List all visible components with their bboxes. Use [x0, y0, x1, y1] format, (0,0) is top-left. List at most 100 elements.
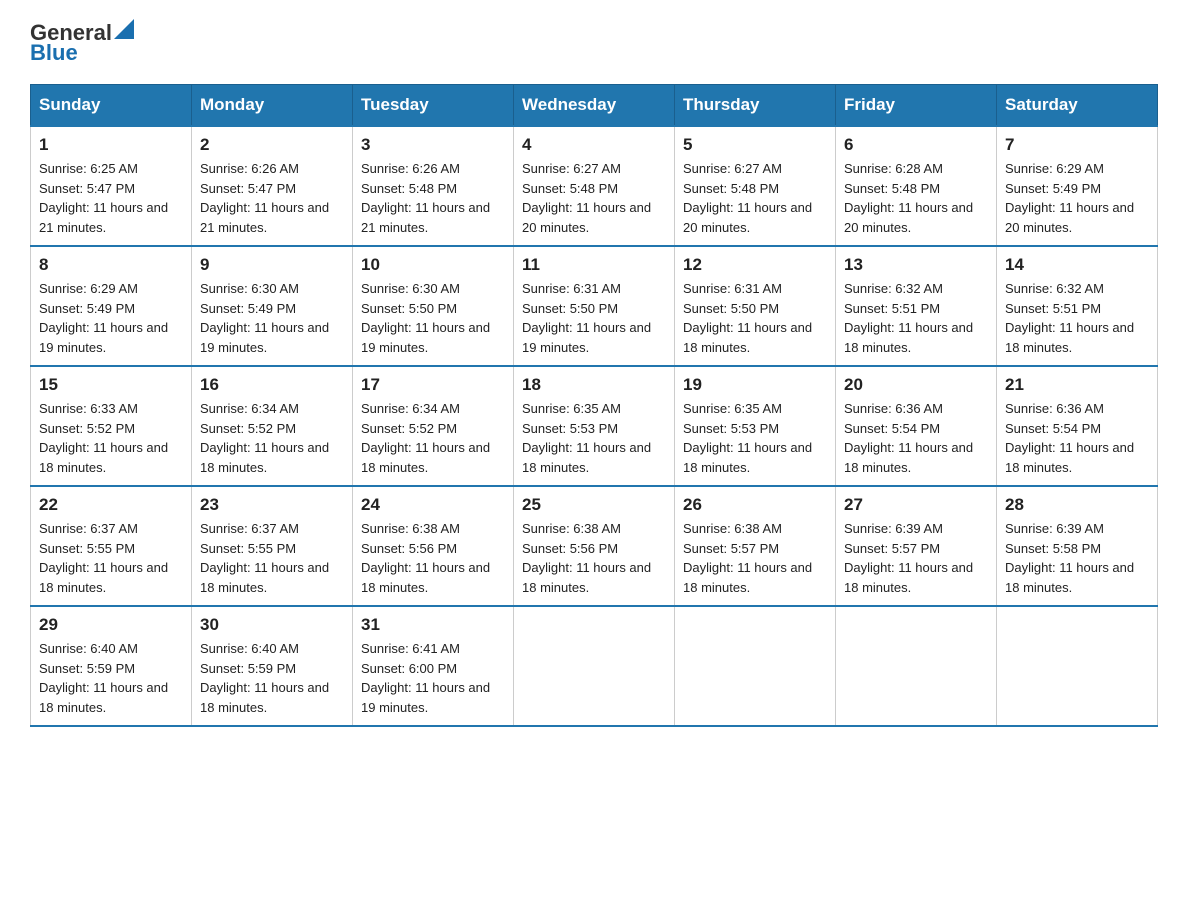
calendar-cell: 12 Sunrise: 6:31 AMSunset: 5:50 PMDaylig…	[675, 246, 836, 366]
day-info: Sunrise: 6:31 AMSunset: 5:50 PMDaylight:…	[683, 281, 812, 355]
day-number: 6	[844, 135, 988, 155]
calendar-week-row: 29 Sunrise: 6:40 AMSunset: 5:59 PMDaylig…	[31, 606, 1158, 726]
day-info: Sunrise: 6:38 AMSunset: 5:56 PMDaylight:…	[361, 521, 490, 595]
day-number: 11	[522, 255, 666, 275]
day-info: Sunrise: 6:29 AMSunset: 5:49 PMDaylight:…	[1005, 161, 1134, 235]
day-number: 25	[522, 495, 666, 515]
day-info: Sunrise: 6:34 AMSunset: 5:52 PMDaylight:…	[361, 401, 490, 475]
weekday-header-friday: Friday	[836, 85, 997, 127]
day-info: Sunrise: 6:27 AMSunset: 5:48 PMDaylight:…	[683, 161, 812, 235]
calendar-cell: 4 Sunrise: 6:27 AMSunset: 5:48 PMDayligh…	[514, 126, 675, 246]
calendar-cell: 17 Sunrise: 6:34 AMSunset: 5:52 PMDaylig…	[353, 366, 514, 486]
calendar-cell: 30 Sunrise: 6:40 AMSunset: 5:59 PMDaylig…	[192, 606, 353, 726]
day-info: Sunrise: 6:26 AMSunset: 5:48 PMDaylight:…	[361, 161, 490, 235]
day-number: 17	[361, 375, 505, 395]
logo: General Blue	[30, 20, 134, 66]
calendar-cell: 22 Sunrise: 6:37 AMSunset: 5:55 PMDaylig…	[31, 486, 192, 606]
calendar-cell: 20 Sunrise: 6:36 AMSunset: 5:54 PMDaylig…	[836, 366, 997, 486]
day-number: 19	[683, 375, 827, 395]
calendar-cell: 6 Sunrise: 6:28 AMSunset: 5:48 PMDayligh…	[836, 126, 997, 246]
weekday-header-thursday: Thursday	[675, 85, 836, 127]
calendar-cell	[675, 606, 836, 726]
logo-triangle-icon	[114, 19, 134, 39]
day-number: 7	[1005, 135, 1149, 155]
calendar-cell: 14 Sunrise: 6:32 AMSunset: 5:51 PMDaylig…	[997, 246, 1158, 366]
calendar-cell: 8 Sunrise: 6:29 AMSunset: 5:49 PMDayligh…	[31, 246, 192, 366]
calendar-cell: 28 Sunrise: 6:39 AMSunset: 5:58 PMDaylig…	[997, 486, 1158, 606]
calendar-week-row: 22 Sunrise: 6:37 AMSunset: 5:55 PMDaylig…	[31, 486, 1158, 606]
day-info: Sunrise: 6:40 AMSunset: 5:59 PMDaylight:…	[200, 641, 329, 715]
day-info: Sunrise: 6:35 AMSunset: 5:53 PMDaylight:…	[522, 401, 651, 475]
calendar-cell: 23 Sunrise: 6:37 AMSunset: 5:55 PMDaylig…	[192, 486, 353, 606]
day-number: 3	[361, 135, 505, 155]
day-info: Sunrise: 6:33 AMSunset: 5:52 PMDaylight:…	[39, 401, 168, 475]
day-info: Sunrise: 6:27 AMSunset: 5:48 PMDaylight:…	[522, 161, 651, 235]
day-number: 8	[39, 255, 183, 275]
calendar-cell: 15 Sunrise: 6:33 AMSunset: 5:52 PMDaylig…	[31, 366, 192, 486]
day-number: 26	[683, 495, 827, 515]
day-info: Sunrise: 6:35 AMSunset: 5:53 PMDaylight:…	[683, 401, 812, 475]
calendar-cell: 18 Sunrise: 6:35 AMSunset: 5:53 PMDaylig…	[514, 366, 675, 486]
calendar-cell: 19 Sunrise: 6:35 AMSunset: 5:53 PMDaylig…	[675, 366, 836, 486]
day-info: Sunrise: 6:36 AMSunset: 5:54 PMDaylight:…	[844, 401, 973, 475]
day-info: Sunrise: 6:37 AMSunset: 5:55 PMDaylight:…	[39, 521, 168, 595]
logo-text-blue: Blue	[30, 40, 78, 66]
day-info: Sunrise: 6:31 AMSunset: 5:50 PMDaylight:…	[522, 281, 651, 355]
weekday-header-monday: Monday	[192, 85, 353, 127]
day-number: 14	[1005, 255, 1149, 275]
day-number: 10	[361, 255, 505, 275]
day-number: 30	[200, 615, 344, 635]
day-number: 16	[200, 375, 344, 395]
day-number: 21	[1005, 375, 1149, 395]
weekday-header-saturday: Saturday	[997, 85, 1158, 127]
calendar-table: SundayMondayTuesdayWednesdayThursdayFrid…	[30, 84, 1158, 727]
day-info: Sunrise: 6:30 AMSunset: 5:50 PMDaylight:…	[361, 281, 490, 355]
calendar-week-row: 1 Sunrise: 6:25 AMSunset: 5:47 PMDayligh…	[31, 126, 1158, 246]
day-number: 15	[39, 375, 183, 395]
day-number: 31	[361, 615, 505, 635]
day-info: Sunrise: 6:25 AMSunset: 5:47 PMDaylight:…	[39, 161, 168, 235]
calendar-week-row: 15 Sunrise: 6:33 AMSunset: 5:52 PMDaylig…	[31, 366, 1158, 486]
day-info: Sunrise: 6:37 AMSunset: 5:55 PMDaylight:…	[200, 521, 329, 595]
calendar-cell	[836, 606, 997, 726]
day-info: Sunrise: 6:39 AMSunset: 5:57 PMDaylight:…	[844, 521, 973, 595]
day-info: Sunrise: 6:29 AMSunset: 5:49 PMDaylight:…	[39, 281, 168, 355]
day-info: Sunrise: 6:38 AMSunset: 5:57 PMDaylight:…	[683, 521, 812, 595]
day-number: 22	[39, 495, 183, 515]
day-info: Sunrise: 6:32 AMSunset: 5:51 PMDaylight:…	[1005, 281, 1134, 355]
weekday-header-tuesday: Tuesday	[353, 85, 514, 127]
calendar-cell: 11 Sunrise: 6:31 AMSunset: 5:50 PMDaylig…	[514, 246, 675, 366]
day-info: Sunrise: 6:34 AMSunset: 5:52 PMDaylight:…	[200, 401, 329, 475]
calendar-cell: 9 Sunrise: 6:30 AMSunset: 5:49 PMDayligh…	[192, 246, 353, 366]
day-number: 27	[844, 495, 988, 515]
day-info: Sunrise: 6:28 AMSunset: 5:48 PMDaylight:…	[844, 161, 973, 235]
page-header: General Blue	[30, 20, 1158, 66]
day-info: Sunrise: 6:41 AMSunset: 6:00 PMDaylight:…	[361, 641, 490, 715]
calendar-cell: 10 Sunrise: 6:30 AMSunset: 5:50 PMDaylig…	[353, 246, 514, 366]
calendar-cell: 26 Sunrise: 6:38 AMSunset: 5:57 PMDaylig…	[675, 486, 836, 606]
calendar-cell: 5 Sunrise: 6:27 AMSunset: 5:48 PMDayligh…	[675, 126, 836, 246]
day-info: Sunrise: 6:38 AMSunset: 5:56 PMDaylight:…	[522, 521, 651, 595]
day-number: 29	[39, 615, 183, 635]
day-number: 12	[683, 255, 827, 275]
calendar-cell: 31 Sunrise: 6:41 AMSunset: 6:00 PMDaylig…	[353, 606, 514, 726]
day-number: 4	[522, 135, 666, 155]
calendar-cell	[997, 606, 1158, 726]
calendar-cell: 21 Sunrise: 6:36 AMSunset: 5:54 PMDaylig…	[997, 366, 1158, 486]
day-number: 9	[200, 255, 344, 275]
day-info: Sunrise: 6:30 AMSunset: 5:49 PMDaylight:…	[200, 281, 329, 355]
day-info: Sunrise: 6:26 AMSunset: 5:47 PMDaylight:…	[200, 161, 329, 235]
calendar-cell: 29 Sunrise: 6:40 AMSunset: 5:59 PMDaylig…	[31, 606, 192, 726]
day-number: 5	[683, 135, 827, 155]
calendar-cell: 2 Sunrise: 6:26 AMSunset: 5:47 PMDayligh…	[192, 126, 353, 246]
calendar-cell: 1 Sunrise: 6:25 AMSunset: 5:47 PMDayligh…	[31, 126, 192, 246]
day-number: 18	[522, 375, 666, 395]
day-number: 23	[200, 495, 344, 515]
day-number: 28	[1005, 495, 1149, 515]
calendar-cell: 3 Sunrise: 6:26 AMSunset: 5:48 PMDayligh…	[353, 126, 514, 246]
day-number: 24	[361, 495, 505, 515]
weekday-header-wednesday: Wednesday	[514, 85, 675, 127]
calendar-cell	[514, 606, 675, 726]
calendar-cell: 7 Sunrise: 6:29 AMSunset: 5:49 PMDayligh…	[997, 126, 1158, 246]
day-info: Sunrise: 6:40 AMSunset: 5:59 PMDaylight:…	[39, 641, 168, 715]
